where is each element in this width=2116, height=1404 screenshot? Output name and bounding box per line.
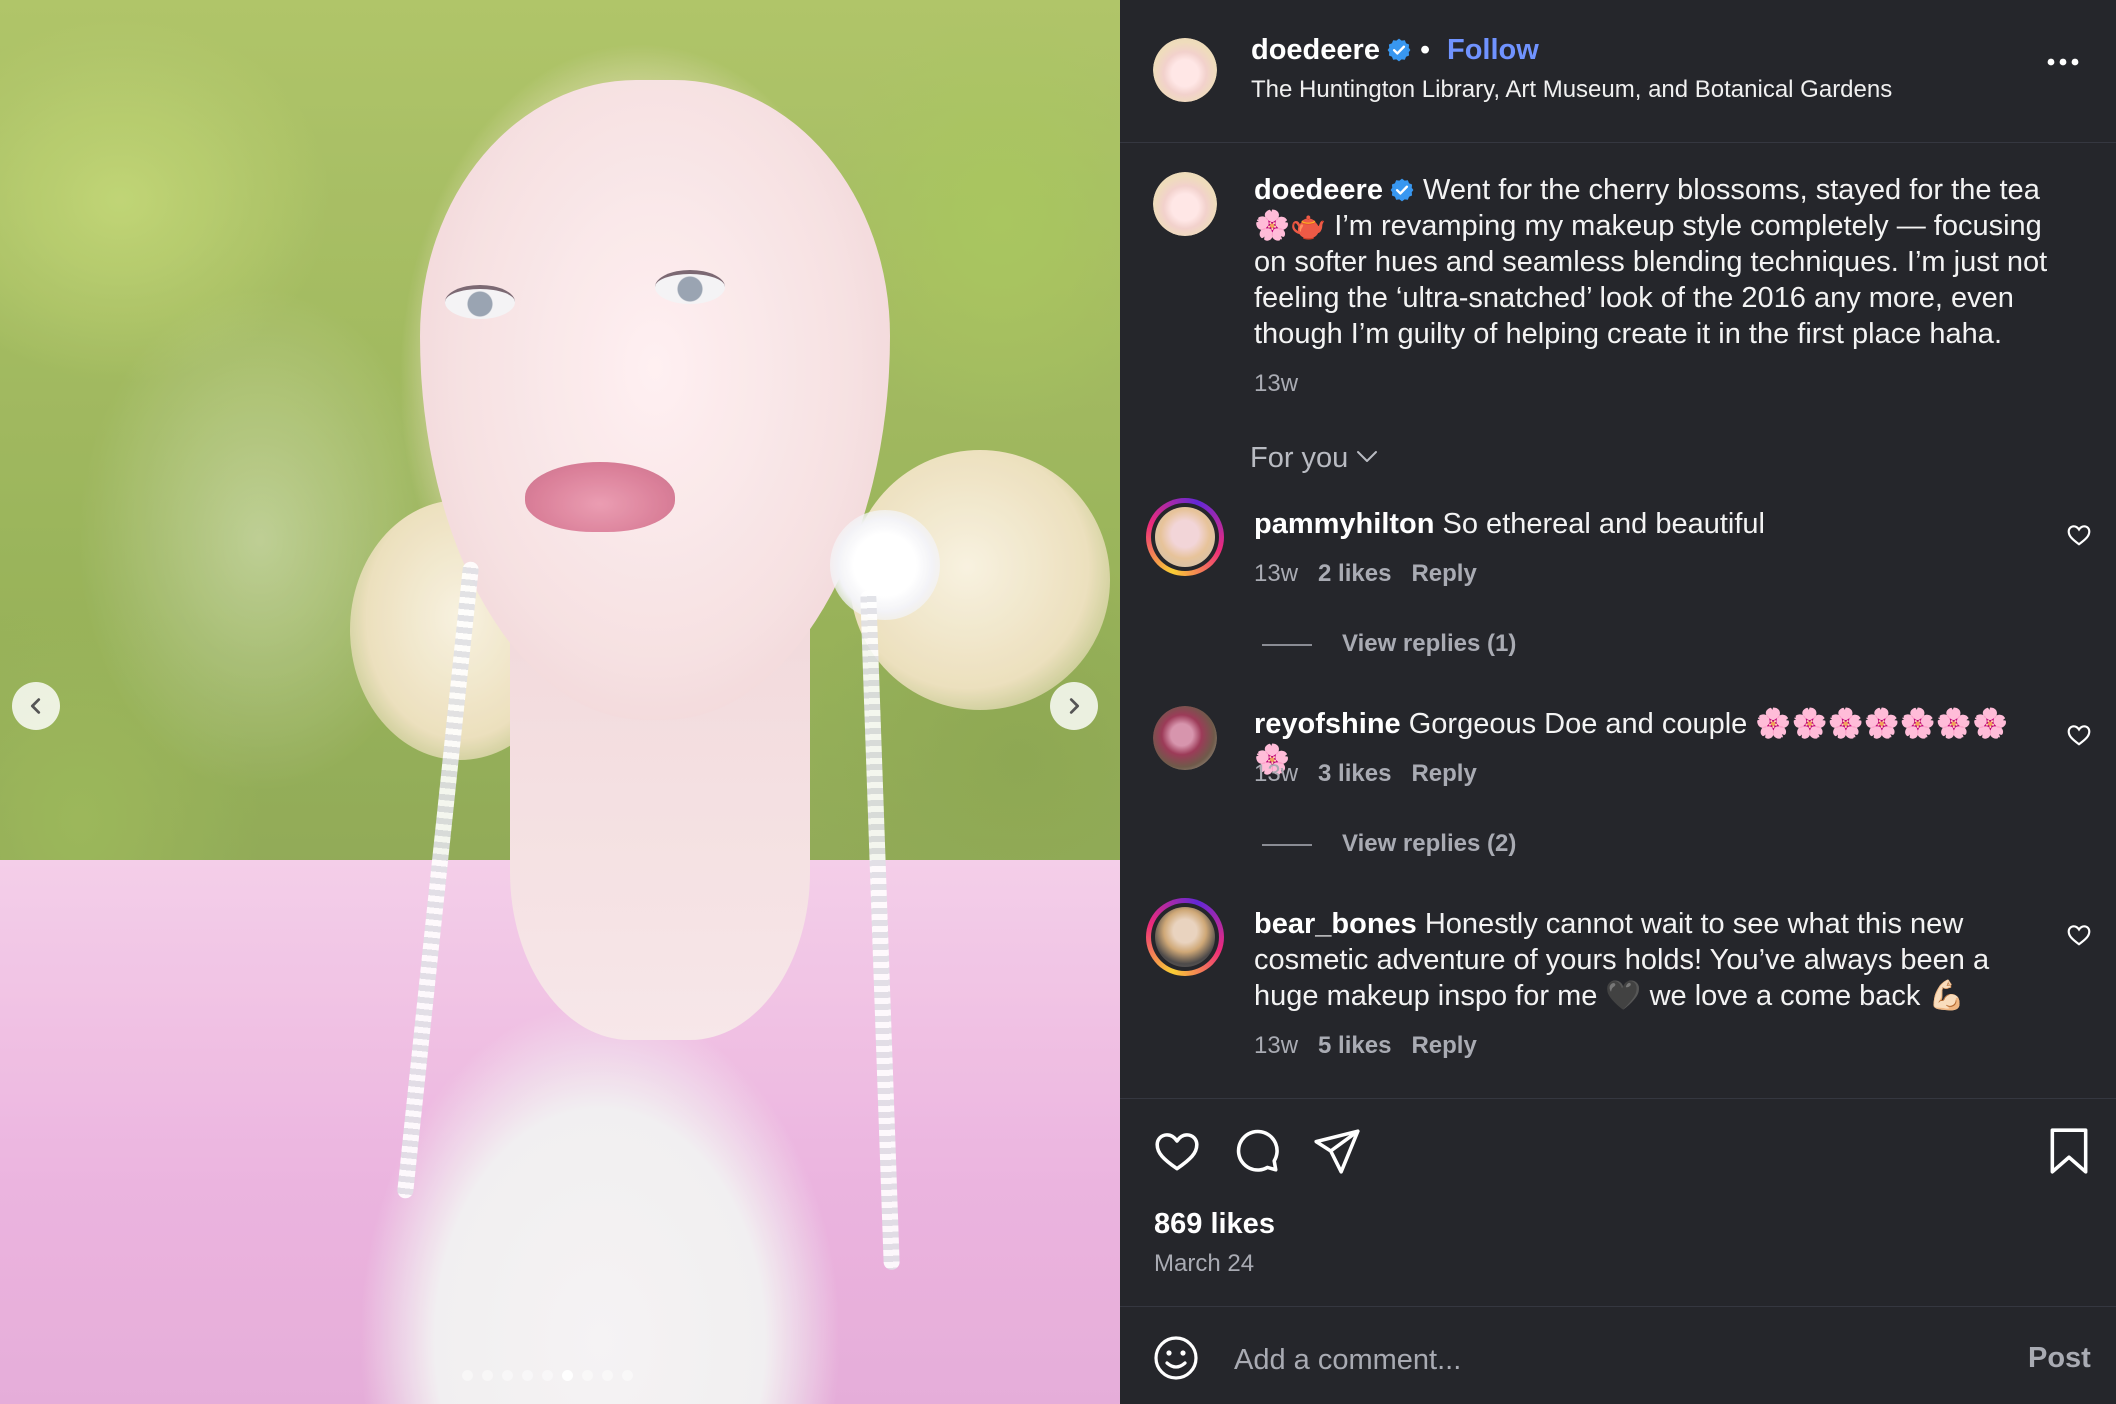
comment-username[interactable]: pammyhilton	[1254, 508, 1434, 540]
replies-divider	[1262, 644, 1312, 646]
reply-button[interactable]: Reply	[1411, 1032, 1476, 1059]
comment-time[interactable]: 13w	[1254, 1032, 1298, 1059]
comment-body: So ethereal and beautiful	[1442, 508, 1766, 540]
caption-timestamp[interactable]: 13w	[1254, 370, 1298, 398]
separator-dot: •	[1420, 34, 1431, 66]
like-comment-icon[interactable]	[2066, 722, 2092, 748]
author-avatar[interactable]	[1153, 38, 1217, 102]
sort-label: For you	[1250, 442, 1349, 474]
commenter-avatar[interactable]	[1146, 898, 1224, 976]
likes-count[interactable]: 869 likes	[1154, 1208, 1275, 1241]
post-date[interactable]: March 24	[1154, 1250, 1254, 1278]
photo-overlay	[0, 0, 1120, 1404]
heart-icon[interactable]	[1152, 1126, 1202, 1176]
comment-meta: 13w 5 likes Reply	[1254, 1032, 1477, 1060]
follow-button[interactable]: Follow	[1447, 34, 1539, 67]
post-caption: doedeere Went for the cherry blossoms, s…	[1254, 172, 2059, 352]
share-icon[interactable]	[1312, 1126, 1362, 1176]
chevron-right-icon	[1069, 698, 1080, 714]
reply-button[interactable]: Reply	[1411, 560, 1476, 587]
chevron-left-icon	[30, 698, 41, 714]
view-replies-button[interactable]: View replies (1)	[1342, 630, 1516, 658]
comment-likes[interactable]: 5 likes	[1318, 1032, 1391, 1059]
emoji-icon[interactable]	[1152, 1334, 1200, 1382]
commenter-avatar[interactable]	[1153, 706, 1217, 770]
post-comment-button[interactable]: Post	[2028, 1342, 2091, 1375]
view-replies-button[interactable]: View replies (2)	[1342, 830, 1516, 858]
post-photo[interactable]	[0, 0, 1120, 1404]
carousel-dot	[482, 1370, 493, 1381]
actions-divider	[1120, 1098, 2116, 1099]
caption-username[interactable]: doedeere	[1254, 174, 1383, 206]
comment-time[interactable]: 13w	[1254, 760, 1298, 787]
comments-sort-dropdown[interactable]: For you	[1250, 442, 1378, 475]
bookmark-icon[interactable]	[2044, 1126, 2094, 1176]
reply-button[interactable]: Reply	[1411, 760, 1476, 787]
comment-meta: 13w 3 likes Reply	[1254, 760, 1477, 788]
previous-image-button[interactable]	[12, 682, 60, 730]
comment-text: pammyhilton So ethereal and beautiful	[1254, 506, 2024, 542]
carousel-dot	[562, 1370, 573, 1381]
comment-likes[interactable]: 3 likes	[1318, 760, 1391, 787]
comment-meta: 13w 2 likes Reply	[1254, 560, 1477, 588]
carousel-indicator	[462, 1370, 633, 1381]
comment-likes[interactable]: 2 likes	[1318, 560, 1391, 587]
caption-author-avatar[interactable]	[1153, 172, 1217, 236]
author-username[interactable]: doedeere	[1251, 34, 1412, 67]
like-comment-icon[interactable]	[2066, 522, 2092, 548]
more-options-icon[interactable]	[2046, 56, 2080, 68]
comment-username[interactable]: reyofshine	[1254, 708, 1401, 740]
comment-text: bear_bones Honestly cannot wait to see w…	[1254, 906, 2024, 1014]
verified-badge-icon	[1387, 38, 1411, 62]
header-divider	[1120, 142, 2116, 143]
commenter-avatar[interactable]	[1146, 498, 1224, 576]
chevron-down-icon	[1357, 451, 1378, 462]
post-location[interactable]: The Huntington Library, Art Museum, and …	[1251, 76, 1892, 104]
carousel-dot	[462, 1370, 473, 1381]
verified-badge-icon	[1390, 178, 1414, 202]
carousel-dot	[582, 1370, 593, 1381]
carousel-dot	[542, 1370, 553, 1381]
comment-username[interactable]: bear_bones	[1254, 908, 1417, 940]
like-comment-icon[interactable]	[2066, 922, 2092, 948]
composer-divider	[1120, 1306, 2116, 1307]
carousel-dot	[522, 1370, 533, 1381]
carousel-dot	[502, 1370, 513, 1381]
comment-input[interactable]	[1234, 1336, 1954, 1384]
comment-icon[interactable]	[1232, 1126, 1282, 1176]
carousel-dot	[602, 1370, 613, 1381]
carousel-dot	[622, 1370, 633, 1381]
next-image-button[interactable]	[1050, 682, 1098, 730]
comment-time[interactable]: 13w	[1254, 560, 1298, 587]
replies-divider	[1262, 844, 1312, 846]
